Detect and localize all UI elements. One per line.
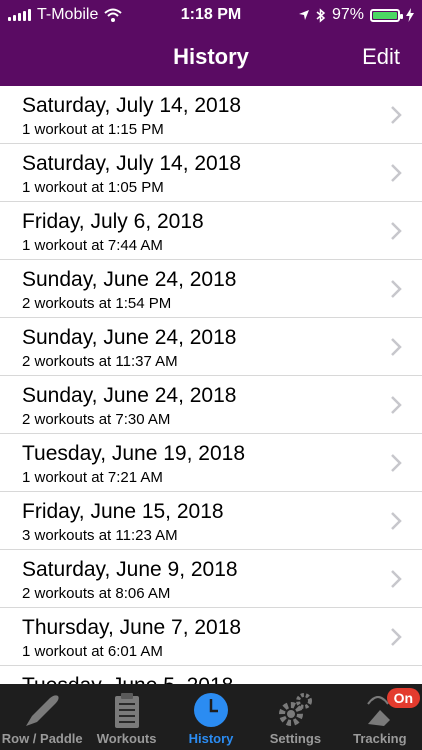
history-row[interactable]: Sunday, June 24, 2018 2 workouts at 7:30… <box>0 376 422 434</box>
history-row[interactable]: Saturday, July 14, 2018 1 workout at 1:0… <box>0 144 422 202</box>
chevron-right-icon <box>391 396 402 414</box>
chevron-right-icon <box>391 454 402 472</box>
history-row-date: Sunday, June 24, 2018 <box>22 384 237 407</box>
chevron-right-icon <box>391 280 402 298</box>
history-row[interactable]: Sunday, June 24, 2018 2 workouts at 11:3… <box>0 318 422 376</box>
history-row[interactable]: Tuesday, June 19, 2018 1 workout at 7:21… <box>0 434 422 492</box>
history-row[interactable]: Tuesday, June 5, 2018 <box>0 666 422 684</box>
chevron-right-icon <box>391 628 402 646</box>
chevron-right-icon <box>391 512 402 530</box>
history-row-date: Tuesday, June 19, 2018 <box>22 442 245 465</box>
history-row-summary: 2 workouts at 11:37 AM <box>22 353 178 370</box>
history-list: Saturday, July 14, 2018 1 workout at 1:1… <box>0 86 422 684</box>
history-row-summary: 3 workouts at 11:23 AM <box>22 527 178 544</box>
header: T-Mobile 1:18 PM 97% History Edit <box>0 0 422 86</box>
history-row-summary: 2 workouts at 7:30 AM <box>22 411 171 428</box>
tab-workouts[interactable]: Workouts <box>84 684 168 750</box>
tab-label: Settings <box>269 731 322 746</box>
history-row-summary: 1 workout at 7:21 AM <box>22 469 163 486</box>
battery-icon <box>370 8 403 22</box>
history-row[interactable]: Friday, June 15, 2018 3 workouts at 11:2… <box>0 492 422 550</box>
history-row-date: Sunday, June 24, 2018 <box>22 268 237 291</box>
paddle-icon <box>26 695 59 726</box>
chevron-right-icon <box>391 106 402 124</box>
chevron-right-icon <box>391 164 402 182</box>
bluetooth-icon <box>316 7 326 23</box>
history-row[interactable]: Friday, July 6, 2018 1 workout at 7:44 A… <box>0 202 422 260</box>
history-row-date: Saturday, July 14, 2018 <box>22 94 242 117</box>
clipboard-icon <box>114 693 139 728</box>
clock-icon <box>194 693 229 727</box>
battery-percent: 97% <box>331 6 364 23</box>
history-row[interactable]: Saturday, July 14, 2018 1 workout at 1:1… <box>0 86 422 144</box>
history-row-date: Friday, June 15, 2018 <box>22 500 224 523</box>
history-row-date: Friday, July 6, 2018 <box>22 210 204 233</box>
tab-row-paddle[interactable]: Row / Paddle <box>0 684 84 750</box>
charging-icon <box>406 8 414 22</box>
chevron-right-icon <box>391 570 402 588</box>
tab-tracking[interactable]: On Tracking <box>338 684 422 750</box>
edit-button[interactable]: Edit <box>362 44 400 70</box>
history-row[interactable]: Thursday, June 7, 2018 1 workout at 6:01… <box>0 608 422 666</box>
history-row-date: Saturday, July 14, 2018 <box>22 152 242 175</box>
tab-label: History <box>188 731 234 746</box>
tab-label: Row / Paddle <box>1 731 83 746</box>
history-row-summary: 1 workout at 6:01 AM <box>22 643 163 660</box>
tab-bar: Row / Paddle Workouts History Settings O… <box>0 684 422 750</box>
chevron-right-icon <box>391 338 402 356</box>
history-row-date: Saturday, June 9, 2018 <box>22 558 238 581</box>
status-bar: T-Mobile 1:18 PM 97% <box>0 0 422 30</box>
history-row-summary: 1 workout at 7:44 AM <box>22 237 163 254</box>
page-title: History <box>173 44 249 69</box>
history-row-summary: 1 workout at 1:15 PM <box>22 121 164 138</box>
history-row-summary: 1 workout at 1:05 PM <box>22 179 164 196</box>
history-row-summary: 2 workouts at 8:06 AM <box>22 585 171 602</box>
history-row[interactable]: Sunday, June 24, 2018 2 workouts at 1:54… <box>0 260 422 318</box>
history-row-date: Tuesday, June 5, 2018 <box>22 674 233 684</box>
tab-label: Workouts <box>96 731 157 746</box>
tab-label: Tracking <box>353 731 407 746</box>
tab-settings[interactable]: Settings <box>253 684 337 750</box>
tracking-status-badge: On <box>386 688 421 708</box>
tab-history[interactable]: History <box>169 684 253 750</box>
history-row-summary: 2 workouts at 1:54 PM <box>22 295 172 312</box>
gears-icon <box>279 693 313 726</box>
location-arrow-icon <box>298 10 309 20</box>
history-row-date: Sunday, June 24, 2018 <box>22 326 237 349</box>
history-row-date: Thursday, June 7, 2018 <box>22 616 242 639</box>
history-row[interactable]: Saturday, June 9, 2018 2 workouts at 8:0… <box>0 550 422 608</box>
chevron-right-icon <box>391 222 402 240</box>
